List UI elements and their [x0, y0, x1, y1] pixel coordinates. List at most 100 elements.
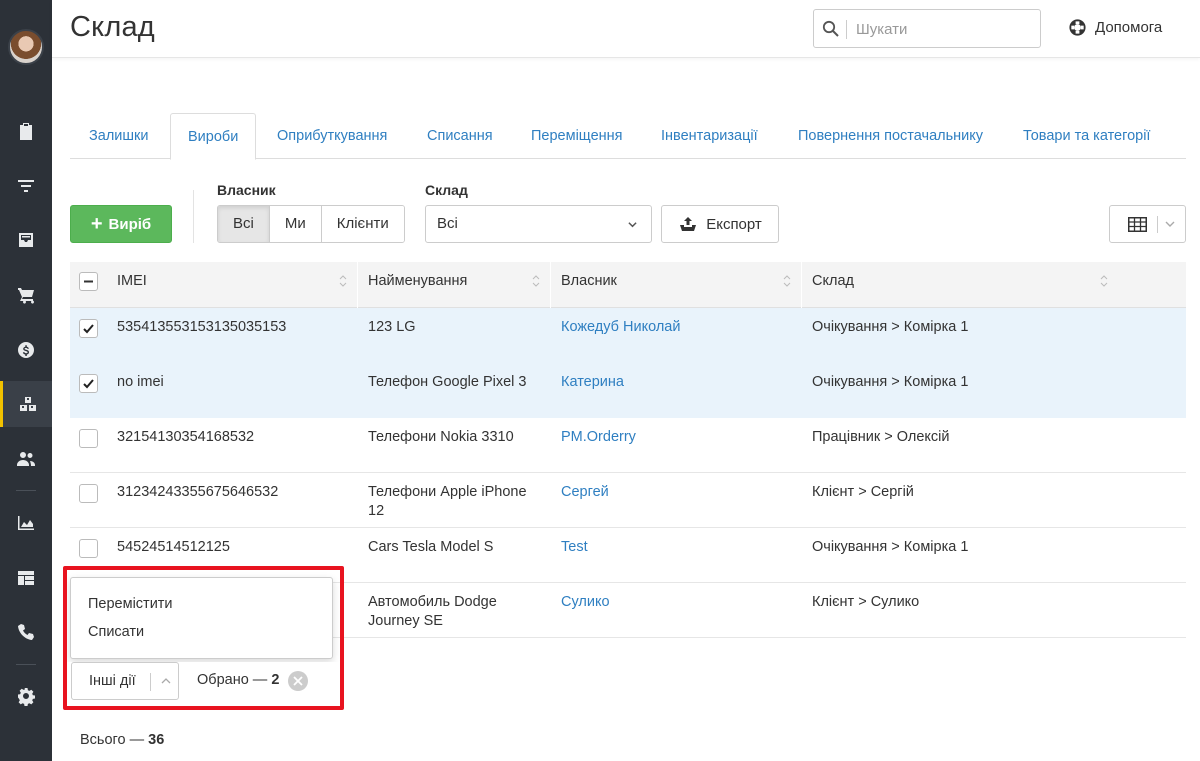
- column-warehouse-label: Склад: [812, 273, 854, 289]
- sidebar-item-clients[interactable]: [0, 436, 52, 482]
- column-warehouse[interactable]: Склад: [802, 262, 1118, 308]
- cell-warehouse: Працівник > Олексій: [812, 429, 950, 445]
- funnel-icon: [18, 180, 34, 192]
- sidebar-divider: [16, 664, 36, 665]
- sidebar-item-shop[interactable]: [0, 272, 52, 318]
- cell-warehouse: Очікування > Комірка 1: [812, 374, 969, 390]
- cell-owner-link[interactable]: Test: [561, 538, 588, 557]
- sidebar-item-reports[interactable]: [0, 500, 52, 546]
- sidebar-item-dashboard[interactable]: [0, 555, 52, 601]
- cell-warehouse: Клієнт > Сергій: [812, 484, 914, 500]
- tab-products-categories[interactable]: Товари та категорії: [1006, 113, 1167, 159]
- gear-icon: [18, 688, 35, 706]
- column-name[interactable]: Найменування: [358, 262, 550, 308]
- check-icon: [83, 324, 94, 334]
- cell-name: Автомобиль Dodge Journey SE: [368, 593, 497, 631]
- sidebar-item-calls[interactable]: [0, 609, 52, 655]
- sidebar-item-orders[interactable]: [0, 163, 52, 209]
- cell-name-line2: 12: [368, 503, 385, 519]
- row-checkbox[interactable]: [79, 319, 98, 338]
- table-row[interactable]: 31234243355675646532 Телефони Apple iPho…: [70, 473, 1186, 528]
- cell-warehouse: Клієнт > Сулико: [812, 594, 920, 610]
- tab-transfers[interactable]: Переміщення: [514, 113, 640, 159]
- cell-owner-link[interactable]: Кожедуб Николай: [561, 318, 680, 337]
- owner-filter-clients[interactable]: Клієнти: [321, 206, 404, 242]
- row-checkbox[interactable]: [79, 539, 98, 558]
- tab-write-off[interactable]: Списання: [410, 113, 510, 159]
- sort-icon: [1100, 275, 1108, 287]
- cell-name-line1: Телефони Apple iPhone: [368, 484, 527, 500]
- layout-icon: [18, 571, 34, 585]
- sidebar-item-settings[interactable]: [0, 673, 52, 719]
- tab-inventory[interactable]: Інвентаризації: [644, 113, 775, 159]
- cell-imei: 535413553153135035153: [117, 319, 287, 335]
- minus-icon: [84, 280, 93, 283]
- select-all-checkbox[interactable]: [79, 272, 98, 291]
- chevron-down-icon: [1165, 221, 1175, 227]
- row-checkbox[interactable]: [79, 429, 98, 448]
- user-avatar[interactable]: [8, 29, 44, 65]
- warehouse-filter-label: Склад: [425, 182, 468, 198]
- owner-filter-label: Власник: [217, 182, 276, 198]
- tab-receiving[interactable]: Оприбуткування: [260, 113, 404, 159]
- dollar-coin-icon: [18, 342, 34, 358]
- cell-imei: 54524514512125: [117, 539, 230, 555]
- cell-name-line2: Journey SE: [368, 613, 443, 629]
- help-link[interactable]: Допомога: [1068, 18, 1162, 37]
- owner-filter-group: Всі Ми Клієнти: [217, 205, 405, 243]
- highlight-frame: [63, 566, 344, 710]
- tab-items[interactable]: Вироби: [170, 113, 257, 160]
- sidebar-item-tasks[interactable]: [0, 108, 52, 154]
- sidebar: [0, 0, 52, 761]
- clipboard-check-icon: [20, 123, 32, 140]
- cell-name: Cars Tesla Model S: [368, 539, 494, 555]
- table-row[interactable]: 535413553153135035153 123 LG Кожедуб Ник…: [70, 308, 1186, 363]
- row-checkbox[interactable]: [79, 484, 98, 503]
- sidebar-item-warehouse[interactable]: [0, 381, 52, 427]
- inbox-icon: [19, 233, 33, 247]
- cell-owner-link[interactable]: Сулико: [561, 593, 610, 612]
- filter-divider: [193, 190, 194, 243]
- table-row[interactable]: no imei Телефон Google Pixel 3 Катерина …: [70, 363, 1186, 418]
- column-owner-label: Власник: [561, 273, 617, 289]
- columns-divider: [1157, 216, 1158, 233]
- sidebar-item-inbox[interactable]: [0, 217, 52, 263]
- cell-imei: no imei: [117, 374, 164, 390]
- export-icon: [680, 217, 697, 231]
- table-header: IMEI Найменування Власник Склад: [70, 262, 1186, 308]
- tab-stock[interactable]: Залишки: [72, 113, 165, 159]
- plus-icon: +: [90, 213, 103, 235]
- cart-icon: [18, 288, 34, 304]
- export-button[interactable]: Експорт: [661, 205, 779, 243]
- tab-supplier-returns[interactable]: Повернення постачальнику: [781, 113, 1000, 159]
- table-grid-icon: [1128, 217, 1147, 232]
- owner-filter-all[interactable]: Всі: [218, 206, 270, 242]
- cell-owner-link[interactable]: Катерина: [561, 373, 624, 392]
- owner-filter-us[interactable]: Ми: [269, 206, 322, 242]
- columns-toggle-button[interactable]: [1109, 205, 1186, 243]
- check-icon: [83, 379, 94, 389]
- warehouse-select[interactable]: Всі: [425, 205, 652, 243]
- cell-owner-link[interactable]: Сергей: [561, 483, 609, 502]
- search-input[interactable]: [856, 16, 1031, 42]
- cell-imei: 32154130354168532: [117, 429, 255, 445]
- add-item-button[interactable]: + Виріб: [70, 205, 172, 243]
- sort-icon: [532, 275, 540, 287]
- row-checkbox[interactable]: [79, 374, 98, 393]
- sidebar-item-finance[interactable]: [0, 327, 52, 373]
- chevron-down-icon: [628, 222, 637, 228]
- column-owner[interactable]: Власник: [551, 262, 801, 308]
- search-divider: [846, 20, 847, 39]
- column-imei-label: IMEI: [117, 273, 147, 289]
- boxes-icon: [19, 397, 36, 411]
- tabs-bar: Залишки Вироби Оприбуткування Списання П…: [70, 113, 1186, 160]
- search-box[interactable]: [813, 9, 1041, 48]
- add-item-label: Виріб: [108, 215, 152, 233]
- area-chart-icon: [18, 516, 34, 530]
- search-icon: [822, 20, 839, 37]
- sort-icon: [339, 275, 347, 287]
- column-imei[interactable]: IMEI: [107, 262, 357, 308]
- table-row[interactable]: 32154130354168532 Телефони Nokia 3310 PM…: [70, 418, 1186, 473]
- cell-warehouse: Очікування > Комірка 1: [812, 319, 969, 335]
- cell-owner-link[interactable]: PM.Orderry: [561, 428, 636, 447]
